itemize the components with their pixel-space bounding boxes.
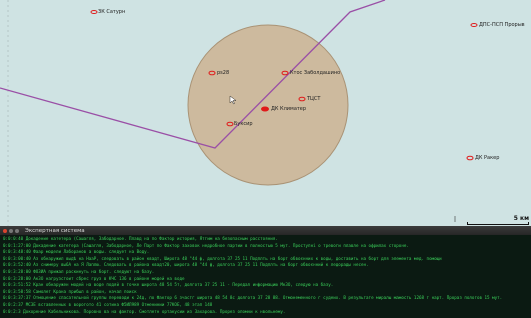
maximize-icon[interactable] [15, 228, 19, 233]
label-ps28: ps28 [217, 70, 230, 76]
close-icon[interactable] [3, 228, 7, 233]
log-line: 0:0:3:37:37 Отмоцение спасательной групп… [3, 295, 503, 301]
log-line: 0:0:3:28:00 АкЗО нагрузстоит сбрес груз … [3, 275, 185, 281]
marker-raker [466, 155, 474, 161]
scale-bar [467, 222, 529, 225]
marker-satellite [90, 10, 98, 14]
label-raker: ДК Ракер [475, 155, 500, 161]
log-line: 0:0:3:51:52 Кран обнаружен модей на воде… [3, 282, 334, 288]
map-canvas[interactable] [0, 0, 531, 226]
console-titlebar[interactable]: Экспертная система [0, 226, 531, 235]
label-tcst: ТЦСТ [307, 96, 321, 102]
log-line: 0:0:3:58:58 Самолет Крана прибыл в район… [3, 288, 137, 294]
marker-prorыv [470, 23, 478, 27]
log-line: 0:0:3:48:40 Фаар модели Лаборанов а воды… [3, 249, 150, 255]
log-line: 0:0:3:52:40 Аз снимеру вы6А на Я Лаплю. … [3, 262, 369, 268]
label-buksir: Буксир [234, 121, 253, 127]
map-view[interactable]: ЗК Сатурн ДПС-ПСП Прорыв ps28 Ктос Забол… [0, 0, 531, 226]
label-top-right: ДПС-ПСП Прорыв [479, 22, 525, 28]
console-log[interactable]: 0:0:0:40 Докадение катетера (Сашагля, За… [0, 235, 531, 316]
minimize-icon[interactable] [9, 228, 13, 233]
log-line: 0:0:3:28:00 ФОЗИА прижал раскинуть на бо… [3, 268, 155, 274]
log-line: 0:0:0:40 Докадение катетера (Сашагля, За… [3, 236, 278, 241]
label-top-left: ЗК Сатурн [98, 9, 126, 15]
label-klimater: ДК Климатер [271, 106, 307, 112]
scale-label: 5 км [513, 215, 529, 222]
coverage-circle [187, 24, 349, 186]
log-line: 0:0:2:37 МСЗЕ вставленных в ворогото 41 … [3, 301, 213, 307]
marker-klimater [261, 106, 269, 112]
log-line: 0:0:1:27:00 Докадение катетера (Сашагля,… [3, 242, 409, 248]
label-zaboldashino: Ктос Заболдашино [290, 70, 341, 76]
expert-system-console[interactable]: Экспертная система 0:0:0:40 Докадение ка… [0, 226, 531, 318]
log-line: 0:0:2:3 Докорение Кабельникова. Поровно … [3, 308, 286, 314]
console-title: Экспертная система [25, 227, 85, 234]
log-line: 0:0:3:00:40 Аз обнаружил выдѣ на НааР, с… [3, 255, 442, 261]
